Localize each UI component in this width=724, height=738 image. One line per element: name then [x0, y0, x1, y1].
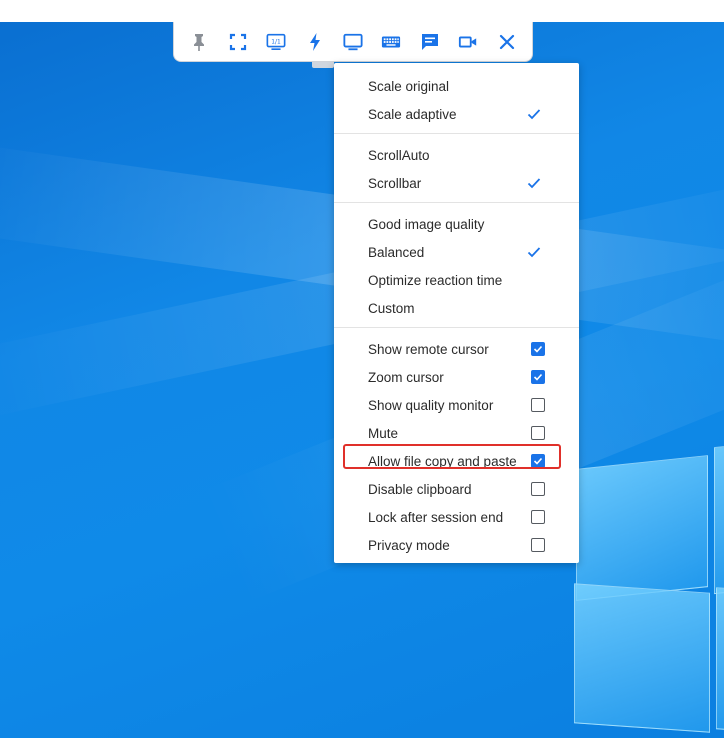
menu-item-optimize-reaction-time[interactable]: Optimize reaction time	[334, 266, 579, 294]
menu-item-label: ScrollAuto	[368, 147, 430, 163]
checkbox-checked[interactable]	[531, 454, 545, 468]
menu-item-good-image-quality[interactable]: Good image quality	[334, 210, 579, 238]
menu-item-label: Optimize reaction time	[368, 272, 503, 288]
menu-item-scrollbar[interactable]: Scrollbar	[334, 169, 579, 197]
menu-item-label: Show quality monitor	[368, 397, 494, 413]
menu-item-label: Privacy mode	[368, 537, 450, 553]
menu-item-label: Scrollbar	[368, 175, 422, 191]
checkmark-icon	[527, 247, 541, 258]
menu-item-scroll-auto[interactable]: ScrollAuto	[334, 141, 579, 169]
scroll-group: ScrollAuto Scrollbar	[334, 141, 579, 197]
menu-item-mute[interactable]: Mute	[334, 419, 579, 447]
menu-item-balanced[interactable]: Balanced	[334, 238, 579, 266]
pin-button[interactable]	[183, 26, 215, 58]
menu-item-privacy-mode[interactable]: Privacy mode	[334, 531, 579, 559]
menu-item-label: Custom	[368, 300, 415, 316]
remote-toolbar: 1/1	[173, 22, 533, 62]
original-size-icon: 1/1	[266, 33, 286, 50]
original-size-label: 1/1	[271, 39, 281, 45]
original-size-button[interactable]: 1/1	[260, 26, 292, 58]
menu-item-label: Balanced	[368, 244, 425, 260]
video-button[interactable]	[452, 26, 484, 58]
menu-item-label: Show remote cursor	[368, 341, 489, 357]
windows-logo-pane	[574, 583, 710, 733]
display-button[interactable]	[337, 26, 369, 58]
checkmark-icon	[527, 178, 541, 189]
keyboard-button[interactable]	[375, 26, 407, 58]
display-icon	[343, 33, 363, 50]
image-quality-group: Good image quality Balanced Optimize rea…	[334, 210, 579, 322]
menu-item-scale-original[interactable]: Scale original	[334, 72, 579, 100]
checkbox-unchecked[interactable]	[531, 538, 545, 552]
menu-item-label: Scale original	[368, 78, 450, 94]
checkbox-unchecked[interactable]	[531, 482, 545, 496]
menu-item-custom[interactable]: Custom	[334, 294, 579, 322]
checkbox-checked[interactable]	[531, 370, 545, 384]
checkbox-unchecked[interactable]	[531, 426, 545, 440]
chat-icon	[421, 33, 438, 50]
display-settings-menu: Scale original Scale adaptive ScrollAuto…	[334, 63, 579, 563]
checkbox-unchecked[interactable]	[531, 398, 545, 412]
toggle-options-group: Show remote cursor Zoom cursor Show qual…	[334, 335, 579, 559]
menu-item-zoom-cursor[interactable]: Zoom cursor	[334, 363, 579, 391]
menu-item-scale-adaptive[interactable]: Scale adaptive	[334, 100, 579, 128]
close-icon	[499, 34, 514, 49]
menu-item-lock-after-session-end[interactable]: Lock after session end	[334, 503, 579, 531]
close-button[interactable]	[491, 26, 523, 58]
pin-icon	[194, 33, 205, 51]
menu-item-label: Allow file copy and paste	[368, 453, 517, 469]
checkbox-unchecked[interactable]	[531, 510, 545, 524]
keyboard-icon	[382, 36, 401, 47]
menu-item-disable-clipboard[interactable]: Disable clipboard	[334, 475, 579, 503]
menu-divider	[334, 202, 579, 203]
menu-item-show-quality-monitor[interactable]: Show quality monitor	[334, 391, 579, 419]
menu-item-label: Disable clipboard	[368, 481, 472, 497]
toolbar-drag-handle[interactable]	[312, 62, 334, 68]
menu-divider	[334, 327, 579, 328]
fullscreen-button[interactable]	[222, 26, 254, 58]
window-top-strip	[0, 0, 724, 22]
windows-logo-pane	[714, 444, 724, 595]
scale-group: Scale original Scale adaptive	[334, 72, 579, 128]
checkmark-icon	[527, 109, 541, 120]
windows-logo-pane	[576, 455, 708, 601]
menu-item-label: Lock after session end	[368, 509, 504, 525]
fullscreen-icon	[229, 33, 246, 50]
menu-item-allow-file-copy-paste[interactable]: Allow file copy and paste	[334, 447, 579, 475]
menu-item-label: Zoom cursor	[368, 369, 444, 385]
menu-divider	[334, 133, 579, 134]
windows-logo-pane	[716, 587, 724, 731]
menu-item-label: Good image quality	[368, 216, 485, 232]
chat-button[interactable]	[414, 26, 446, 58]
checkbox-checked[interactable]	[531, 342, 545, 356]
menu-item-show-remote-cursor[interactable]: Show remote cursor	[334, 335, 579, 363]
lightning-icon	[309, 32, 320, 51]
menu-item-label: Mute	[368, 425, 399, 441]
lightning-button[interactable]	[299, 26, 331, 58]
menu-item-label: Scale adaptive	[368, 106, 457, 122]
video-camera-icon	[459, 36, 477, 47]
